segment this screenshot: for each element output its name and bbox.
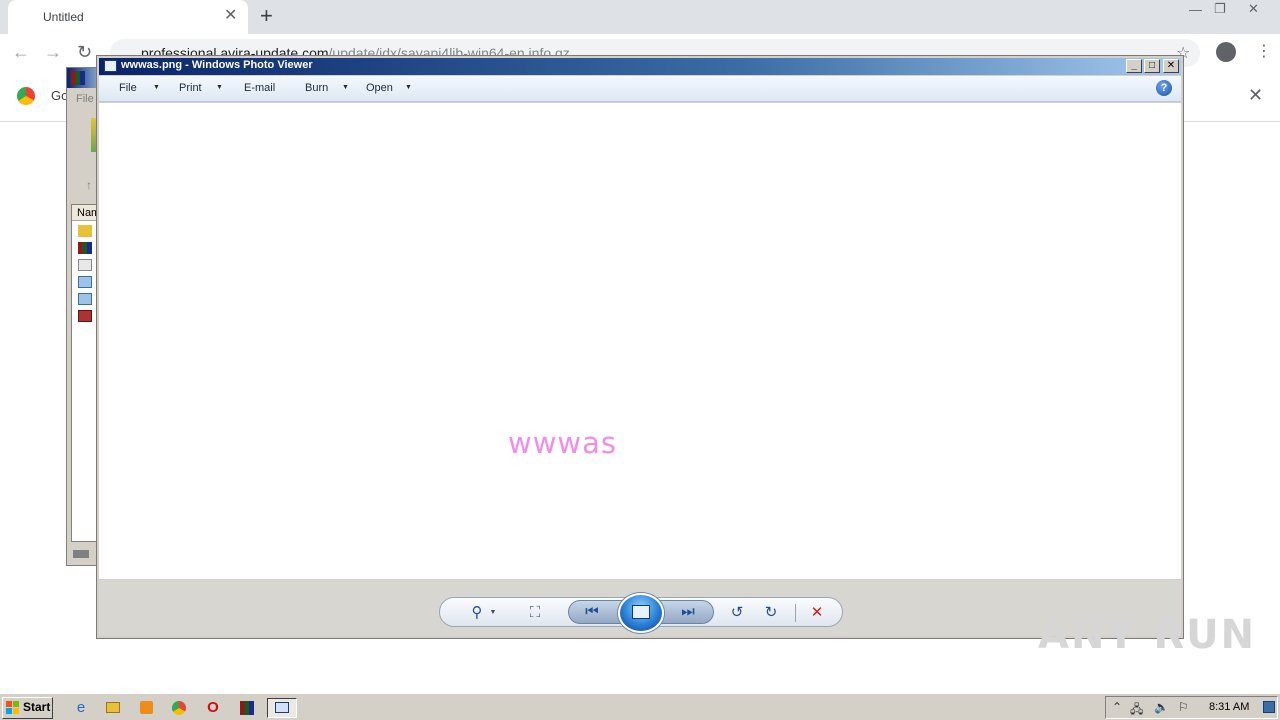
browser-tab-strip: Untitled ✕ + — ❐ ✕: [0, 0, 1280, 34]
tray-expand-icon[interactable]: ⌃: [1112, 700, 1122, 714]
photo-viewer-menubar: File ▼ Print ▼ E-mail Burn ▼ Open ▼ ?: [99, 76, 1181, 102]
taskbar: Start e O ⌃ 🖧 🔈 ⚐ 8:31 AM: [0, 693, 1280, 720]
reload-icon[interactable]: ↻: [77, 40, 92, 64]
profile-icon[interactable]: [1216, 42, 1236, 62]
actual-size-icon[interactable]: ⛶: [524, 603, 546, 623]
infobar-close-icon[interactable]: ✕: [1248, 85, 1263, 106]
slideshow-button[interactable]: [618, 593, 664, 633]
window-minimize-icon[interactable]: —: [1189, 2, 1202, 17]
browser-tab[interactable]: Untitled ✕: [8, 0, 248, 34]
menu-open[interactable]: Open: [366, 82, 393, 94]
menu-open-dropdown-icon[interactable]: ▼: [405, 82, 412, 94]
zoom-dropdown-icon[interactable]: ▼: [482, 603, 504, 623]
image-file-icon[interactable]: [78, 276, 92, 288]
media-file-icon[interactable]: [78, 310, 92, 322]
start-label: Start: [23, 700, 51, 714]
help-icon[interactable]: ?: [1156, 80, 1172, 96]
slideshow-icon: [632, 605, 650, 619]
file-icon[interactable]: [78, 259, 92, 271]
winrar-logo-icon: [71, 71, 85, 85]
delete-icon[interactable]: ✕: [806, 603, 828, 623]
close-button[interactable]: ✕: [1163, 59, 1179, 73]
photo-viewer-titlebar[interactable]: wwwas.png - Windows Photo Viewer _ □ ✕: [99, 58, 1181, 75]
image-canvas: wwwas: [99, 103, 1181, 579]
explorer-folder-icon[interactable]: [100, 698, 126, 718]
internet-explorer-icon[interactable]: e: [68, 698, 94, 718]
system-tray: ⌃ 🖧 🔈 ⚐ 8:31 AM: [1105, 696, 1278, 719]
image-file-icon[interactable]: [78, 293, 92, 305]
menu-print-dropdown-icon[interactable]: ▼: [216, 82, 223, 94]
back-icon[interactable]: ←: [12, 40, 30, 64]
network-icon[interactable]: 🖧: [1130, 700, 1143, 720]
previous-icon[interactable]: ⏮: [581, 602, 603, 622]
photo-viewer-window: wwwas.png - Windows Photo Viewer _ □ ✕ F…: [96, 55, 1184, 639]
next-icon[interactable]: ⏭: [677, 602, 699, 622]
winrar-status-icon: [73, 550, 89, 558]
menu-file-dropdown-icon[interactable]: ▼: [153, 82, 160, 94]
winrar-menu-file[interactable]: File: [76, 93, 94, 105]
tab-title: Untitled: [43, 10, 84, 24]
menu-dots-icon[interactable]: ⋮: [1256, 41, 1272, 61]
photo-viewer-app-icon: [104, 60, 117, 72]
window-title: wwwas.png - Windows Photo Viewer: [121, 59, 313, 71]
rotate-clockwise-icon[interactable]: ↻: [760, 603, 782, 623]
window-restore-icon[interactable]: ❐: [1214, 1, 1226, 17]
archive-icon[interactable]: [78, 242, 92, 254]
new-tab-button[interactable]: +: [260, 5, 273, 27]
photo-viewer-taskbar-icon[interactable]: [267, 698, 297, 718]
displayed-image-text: wwwas: [508, 426, 618, 460]
playback-controls: ⚲ ▼ ⛶ ⏮ ⏭ ↺ ↻ ✕: [439, 593, 843, 633]
tab-close-icon[interactable]: ✕: [224, 7, 237, 25]
forward-icon[interactable]: →: [44, 40, 62, 64]
show-desktop-icon[interactable]: [1263, 701, 1275, 713]
photo-viewer-controlbar: ⚲ ▼ ⛶ ⏮ ⏭ ↺ ↻ ✕: [99, 580, 1181, 636]
window-close-icon[interactable]: ✕: [1248, 1, 1259, 17]
menu-burn[interactable]: Burn: [305, 82, 328, 94]
rotate-counterclockwise-icon[interactable]: ↺: [726, 603, 748, 623]
control-separator: [795, 604, 796, 622]
volume-icon[interactable]: 🔈: [1154, 700, 1169, 714]
action-center-flag-icon[interactable]: ⚐: [1178, 700, 1189, 714]
chrome-taskbar-icon[interactable]: [166, 698, 192, 718]
maximize-button[interactable]: □: [1144, 59, 1160, 73]
up-arrow-icon[interactable]: ↑: [86, 178, 92, 192]
media-player-icon[interactable]: [133, 698, 159, 718]
windows-logo-icon: [6, 701, 20, 715]
winrar-taskbar-icon[interactable]: [234, 698, 260, 718]
menu-burn-dropdown-icon[interactable]: ▼: [342, 82, 349, 94]
menu-file[interactable]: File: [119, 82, 137, 94]
opera-icon[interactable]: O: [200, 698, 226, 718]
clock[interactable]: 8:31 AM: [1209, 701, 1249, 713]
folder-up-icon[interactable]: [78, 225, 92, 237]
chrome-logo-icon: [17, 87, 35, 105]
minimize-button[interactable]: _: [1126, 59, 1142, 73]
start-button[interactable]: Start: [2, 697, 53, 719]
anyrun-watermark: ANY RUN: [1038, 612, 1257, 658]
menu-email[interactable]: E-mail: [244, 82, 275, 94]
menu-print[interactable]: Print: [179, 82, 202, 94]
